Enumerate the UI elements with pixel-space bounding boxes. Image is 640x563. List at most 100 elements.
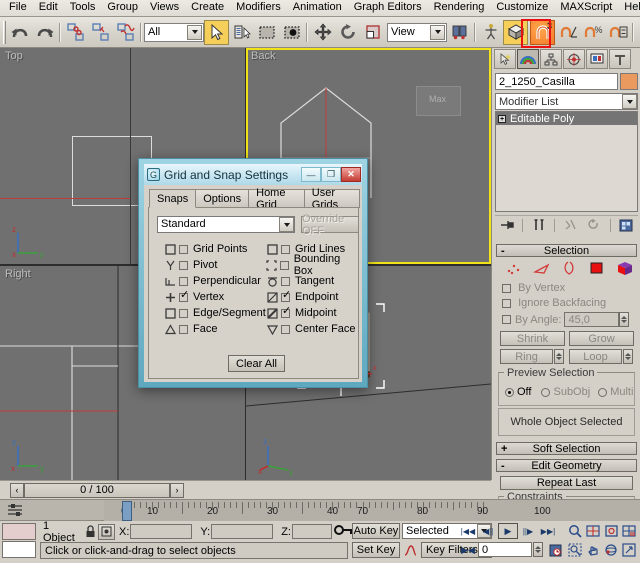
maximize-button[interactable]: ❐ xyxy=(321,167,341,182)
create-tab[interactable] xyxy=(494,49,516,69)
center-face-checkbox[interactable] xyxy=(281,325,290,334)
menu-item-edit[interactable]: Edit xyxy=(33,0,64,16)
open-mini-curve-editor-icon[interactable] xyxy=(6,503,24,521)
go-to-end-button[interactable]: ▶▶| xyxy=(538,523,558,539)
snap-row-grid-points[interactable]: Grid Points xyxy=(163,242,247,256)
snap-row-midpoint[interactable]: Midpoint xyxy=(265,306,337,320)
select-and-rotate-button[interactable] xyxy=(335,20,360,45)
snap-set-combo[interactable]: Standard xyxy=(157,216,295,233)
time-slider-prev-button[interactable]: ‹ xyxy=(10,483,24,498)
preview-off-radio[interactable] xyxy=(505,388,514,397)
perpendicular-checkbox[interactable] xyxy=(179,277,188,286)
chevron-down-icon[interactable] xyxy=(187,25,202,40)
percent-snap-toggle-button[interactable]: % xyxy=(580,20,605,45)
menu-item-graph-editors[interactable]: Graph Editors xyxy=(348,0,428,16)
remove-modifier-icon[interactable] xyxy=(586,218,602,233)
current-frame-field[interactable]: 0 xyxy=(478,542,532,557)
tab-home-grid[interactable]: Home Grid xyxy=(248,189,305,208)
x-field[interactable] xyxy=(130,524,192,539)
grid-points-checkbox[interactable] xyxy=(179,245,188,254)
tab-user-grids[interactable]: User Grids xyxy=(304,189,360,208)
snap-row-pivot[interactable]: Pivot xyxy=(163,258,217,272)
zoom-extents-all-icon[interactable] xyxy=(620,522,638,539)
time-slider-next-button[interactable]: › xyxy=(170,483,184,498)
redo-button[interactable] xyxy=(32,20,57,45)
use-pivot-point-center-button[interactable] xyxy=(447,20,472,45)
chevron-down-icon[interactable] xyxy=(430,25,445,40)
track-bar-playhead[interactable] xyxy=(122,501,132,521)
rectangular-selection-region-button[interactable] xyxy=(254,20,279,45)
snap-row-tangent[interactable]: Tangent xyxy=(265,274,334,288)
menu-item-maxscript[interactable]: MAXScript xyxy=(554,0,618,16)
expand-icon[interactable]: + xyxy=(498,115,506,123)
midpoint-checkbox[interactable] xyxy=(281,309,290,318)
menu-item-group[interactable]: Group xyxy=(101,0,144,16)
manipulate-button[interactable] xyxy=(478,20,503,45)
by-vertex-row[interactable]: By Vertex xyxy=(502,282,565,294)
hierarchy-tab[interactable] xyxy=(540,49,562,69)
configure-modifier-sets-icon[interactable] xyxy=(618,218,634,233)
selection-filter-combo[interactable]: All xyxy=(144,23,204,42)
pan-icon[interactable] xyxy=(584,541,602,558)
tab-snaps[interactable]: Snaps xyxy=(149,189,196,208)
tangent-checkbox[interactable] xyxy=(281,277,290,286)
pin-stack-icon[interactable] xyxy=(499,218,515,233)
chevron-down-icon[interactable] xyxy=(622,94,637,109)
snap-row-edge-segment[interactable]: Edge/Segment xyxy=(163,306,266,320)
y-field[interactable] xyxy=(211,524,273,539)
arc-rotate-icon[interactable] xyxy=(602,541,620,558)
snap-row-vertex[interactable]: Vertex xyxy=(163,290,224,304)
pivot-checkbox[interactable] xyxy=(179,261,188,270)
select-and-uniform-scale-button[interactable] xyxy=(360,20,385,45)
menu-item-animation[interactable]: Animation xyxy=(287,0,348,16)
modifier-stack[interactable]: + Editable Poly xyxy=(495,111,638,212)
previous-frame-button[interactable]: ◀|| xyxy=(478,523,498,539)
window-crossing-button[interactable] xyxy=(279,20,304,45)
modifier-stack-item[interactable]: + Editable Poly xyxy=(496,112,637,125)
maxscript-listener-pink[interactable] xyxy=(2,523,36,540)
shrink-button[interactable]: Shrink xyxy=(500,331,565,346)
snap-row-bounding-box[interactable]: Bounding Box xyxy=(265,258,358,272)
make-unique-icon[interactable] xyxy=(563,218,579,233)
edge-subobject-icon[interactable] xyxy=(533,261,551,278)
absolute-relative-transform-icon[interactable] xyxy=(98,524,115,540)
clear-all-button[interactable]: Clear All xyxy=(228,355,285,372)
polygon-subobject-icon[interactable] xyxy=(589,261,605,278)
border-subobject-icon[interactable] xyxy=(562,261,578,278)
tab-options[interactable]: Options xyxy=(195,189,249,208)
select-and-move-button[interactable] xyxy=(310,20,335,45)
field-of-view-icon[interactable] xyxy=(566,541,584,558)
set-key-button[interactable]: Set Key xyxy=(352,542,400,558)
vertex-subobject-icon[interactable] xyxy=(506,261,522,278)
utilities-tab[interactable] xyxy=(609,49,631,69)
bind-to-space-warp-button[interactable] xyxy=(113,20,138,45)
spinner-snap-toggle-button[interactable] xyxy=(605,20,630,45)
by-angle-spinner[interactable] xyxy=(619,312,629,327)
time-slider-field[interactable]: 0 / 100 xyxy=(24,483,170,498)
play-button[interactable]: ▶ xyxy=(498,523,518,539)
menu-item-rendering[interactable]: Rendering xyxy=(428,0,491,16)
grid-lines-checkbox[interactable] xyxy=(281,245,290,254)
select-and-link-button[interactable] xyxy=(63,20,88,45)
display-tab[interactable] xyxy=(586,49,608,69)
zoom-icon[interactable] xyxy=(566,522,584,539)
soft-selection-rollout-header[interactable]: + Soft Selection xyxy=(496,442,637,455)
motion-tab[interactable] xyxy=(563,49,585,69)
track-bar-ruler-right[interactable]: 70 80 90 100 xyxy=(360,500,640,522)
undo-button[interactable] xyxy=(7,20,32,45)
menu-item-file[interactable]: File xyxy=(3,0,33,16)
reference-coordinate-combo[interactable]: View xyxy=(387,23,447,42)
modify-tab[interactable] xyxy=(517,49,539,69)
menu-item-create[interactable]: Create xyxy=(185,0,230,16)
time-configuration-icon[interactable] xyxy=(547,542,563,558)
menu-item-modifiers[interactable]: Modifiers xyxy=(230,0,287,16)
endpoint-checkbox[interactable] xyxy=(281,293,290,302)
track-bar[interactable]: 10 20 30 40 50 60 0 70 80 90 100 xyxy=(0,499,640,521)
minimize-button[interactable]: — xyxy=(301,167,321,182)
preview-multi-radio[interactable] xyxy=(598,388,607,397)
snap-row-center-face[interactable]: Center Face xyxy=(265,322,356,336)
object-name-field[interactable]: 2_1250_Casilla xyxy=(495,73,618,90)
loop-spinner[interactable] xyxy=(623,349,633,364)
selection-rollout-header[interactable]: - Selection xyxy=(496,244,637,257)
by-vertex-checkbox[interactable] xyxy=(502,284,511,293)
